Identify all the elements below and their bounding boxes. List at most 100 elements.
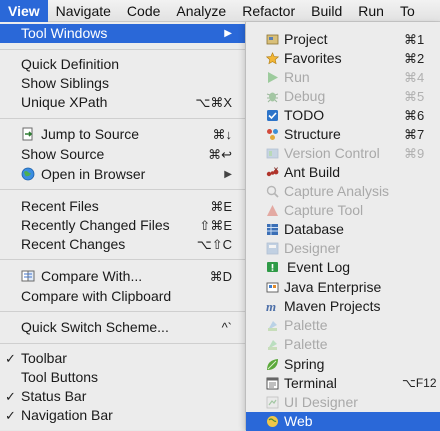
menu-item-show-siblings[interactable]: Show Siblings bbox=[0, 74, 246, 93]
tool-windows-submenu: Project ⌘1 Favorites ⌘2 Run ⌘4 Debug ⌘5 … bbox=[245, 22, 440, 431]
quick-switch-scheme-label: Quick Switch Scheme... bbox=[21, 319, 169, 335]
recent-files-label: Recent Files bbox=[21, 198, 99, 214]
favorites-shortcut: ⌘2 bbox=[404, 51, 425, 66]
quick-switch-scheme-shortcut: ^` bbox=[221, 320, 232, 335]
menu-item-show-source[interactable]: Show Source ⌘↩ bbox=[0, 145, 246, 164]
web-label: Web bbox=[284, 413, 313, 429]
tool-window-capture-analysis[interactable]: Capture Analysis bbox=[246, 182, 440, 201]
tool-window-terminal[interactable]: Terminal ⌥F12 bbox=[246, 374, 440, 393]
recently-changed-files-label: Recently Changed Files bbox=[21, 217, 170, 233]
debug-label: Debug bbox=[284, 88, 326, 104]
tool-window-favorites[interactable]: Favorites ⌘2 bbox=[246, 49, 440, 68]
capture-tool-icon bbox=[267, 205, 278, 216]
terminal-icon bbox=[266, 377, 279, 390]
submenu-arrow-icon: ▶ bbox=[224, 28, 232, 39]
checkmark-icon: ✓ bbox=[5, 351, 16, 366]
tool-window-todo[interactable]: TODO ⌘6 bbox=[246, 106, 440, 125]
menu-item-status-bar[interactable]: ✓ Status Bar bbox=[0, 387, 246, 406]
menu-item-toolbar[interactable]: ✓ Toolbar bbox=[0, 349, 246, 368]
java-enterprise-label: Java Enterprise bbox=[284, 279, 382, 295]
menu-separator bbox=[0, 259, 246, 260]
menu-analyze[interactable]: Analyze bbox=[168, 0, 234, 22]
terminal-label: Terminal bbox=[284, 375, 337, 391]
tool-window-capture-tool[interactable]: Capture Tool bbox=[246, 201, 440, 220]
tool-window-run[interactable]: Run ⌘4 bbox=[246, 68, 440, 87]
quick-definition-label: Quick Definition bbox=[21, 56, 120, 72]
menu-item-recently-changed-files[interactable]: Recently Changed Files ⇧⌘E bbox=[0, 216, 246, 235]
event-log-icon bbox=[267, 262, 278, 272]
menu-run[interactable]: Run bbox=[350, 0, 392, 22]
tool-window-palette[interactable]: Palette bbox=[246, 316, 440, 335]
compare-with-clipboard-label: Compare with Clipboard bbox=[21, 288, 172, 304]
tool-window-maven-projects[interactable]: m Maven Projects bbox=[246, 297, 440, 316]
structure-shortcut: ⌘7 bbox=[404, 127, 425, 142]
submenu-arrow-icon: ▶ bbox=[224, 169, 232, 180]
show-siblings-label: Show Siblings bbox=[21, 75, 109, 91]
ui-designer-icon bbox=[266, 396, 279, 409]
recently-changed-files-shortcut: ⇧⌘E bbox=[199, 218, 232, 233]
menu-item-open-in-browser[interactable]: Open in Browser ▶ bbox=[0, 165, 246, 184]
menu-item-quick-switch-scheme[interactable]: Quick Switch Scheme... ^` bbox=[0, 318, 246, 337]
version-control-label: Version Control bbox=[284, 145, 380, 161]
menu-tools[interactable]: To bbox=[392, 0, 423, 22]
compare-with-shortcut: ⌘D bbox=[209, 269, 232, 284]
menu-item-compare-with-clipboard[interactable]: Compare with Clipboard bbox=[0, 287, 246, 306]
jump-to-source-label: Jump to Source bbox=[41, 126, 140, 142]
tool-window-java-enterprise[interactable]: Java Enterprise bbox=[246, 278, 440, 297]
menu-item-recent-changes[interactable]: Recent Changes ⌥⇧C bbox=[0, 235, 246, 254]
menu-item-unique-xpath[interactable]: Unique XPath ⌥⌘X bbox=[0, 93, 246, 112]
tool-windows-label: Tool Windows bbox=[21, 25, 108, 41]
palette-label: Palette bbox=[284, 336, 328, 352]
menu-item-tool-buttons[interactable]: Tool Buttons bbox=[0, 368, 246, 387]
tool-window-ui-designer[interactable]: UI Designer bbox=[246, 393, 440, 412]
palette-icon bbox=[268, 321, 277, 331]
tool-window-designer[interactable]: Designer bbox=[246, 239, 440, 258]
unique-xpath-label: Unique XPath bbox=[21, 94, 108, 110]
compare-icon bbox=[21, 270, 35, 282]
structure-icon bbox=[267, 129, 278, 140]
web-globe-icon bbox=[267, 416, 278, 427]
menu-navigate[interactable]: Navigate bbox=[48, 0, 119, 22]
tool-window-event-log[interactable]: Event Log bbox=[246, 258, 440, 277]
menu-item-jump-to-source[interactable]: Jump to Source ⌘↓ bbox=[0, 125, 246, 144]
svg-text:m: m bbox=[266, 300, 276, 313]
menu-item-navigation-bar[interactable]: ✓ Navigation Bar bbox=[0, 406, 246, 425]
todo-shortcut: ⌘6 bbox=[404, 108, 425, 123]
event-log-label: Event Log bbox=[287, 259, 351, 275]
capture-tool-label: Capture Tool bbox=[284, 202, 364, 218]
menubar: View Navigate Code Analyze Refactor Buil… bbox=[0, 0, 440, 22]
tool-window-spring[interactable]: Spring bbox=[246, 355, 440, 374]
toolbar-label: Toolbar bbox=[21, 350, 67, 366]
tool-window-ant-build[interactable]: Ant Build bbox=[246, 163, 440, 182]
menu-item-compare-with[interactable]: Compare With... ⌘D bbox=[0, 267, 246, 286]
menu-code[interactable]: Code bbox=[119, 0, 168, 22]
tool-window-debug[interactable]: Debug ⌘5 bbox=[246, 87, 440, 106]
menu-separator bbox=[0, 311, 246, 312]
menu-refactor[interactable]: Refactor bbox=[234, 0, 303, 22]
checkmark-icon: ✓ bbox=[5, 389, 16, 404]
menu-view[interactable]: View bbox=[0, 0, 48, 22]
tool-window-palette[interactable]: Palette bbox=[246, 335, 440, 354]
debug-shortcut: ⌘5 bbox=[404, 89, 425, 104]
project-folder-icon bbox=[266, 34, 279, 45]
ant-build-label: Ant Build bbox=[284, 164, 341, 180]
bug-icon bbox=[266, 92, 279, 103]
recent-files-shortcut: ⌘E bbox=[210, 199, 232, 214]
tool-window-database[interactable]: Database bbox=[246, 220, 440, 239]
star-icon bbox=[266, 52, 279, 65]
palette-label: Palette bbox=[284, 317, 328, 333]
menu-build[interactable]: Build bbox=[303, 0, 350, 22]
database-label: Database bbox=[284, 221, 344, 237]
menu-item-recent-files[interactable]: Recent Files ⌘E bbox=[0, 197, 246, 216]
version-control-icon bbox=[266, 148, 279, 159]
menu-item-tool-windows[interactable]: Tool Windows ▶ bbox=[0, 24, 246, 43]
tool-window-web[interactable]: Web bbox=[246, 412, 440, 431]
status-bar-label: Status Bar bbox=[21, 388, 87, 404]
tool-window-project[interactable]: Project ⌘1 bbox=[246, 30, 440, 49]
menu-separator bbox=[0, 49, 246, 50]
menu-item-quick-definition[interactable]: Quick Definition bbox=[0, 55, 246, 74]
tool-window-version-control[interactable]: Version Control ⌘9 bbox=[246, 144, 440, 163]
run-label: Run bbox=[284, 69, 310, 85]
view-menu: Tool Windows ▶ Quick Definition Show Sib… bbox=[0, 22, 246, 430]
tool-window-structure[interactable]: Structure ⌘7 bbox=[246, 125, 440, 144]
